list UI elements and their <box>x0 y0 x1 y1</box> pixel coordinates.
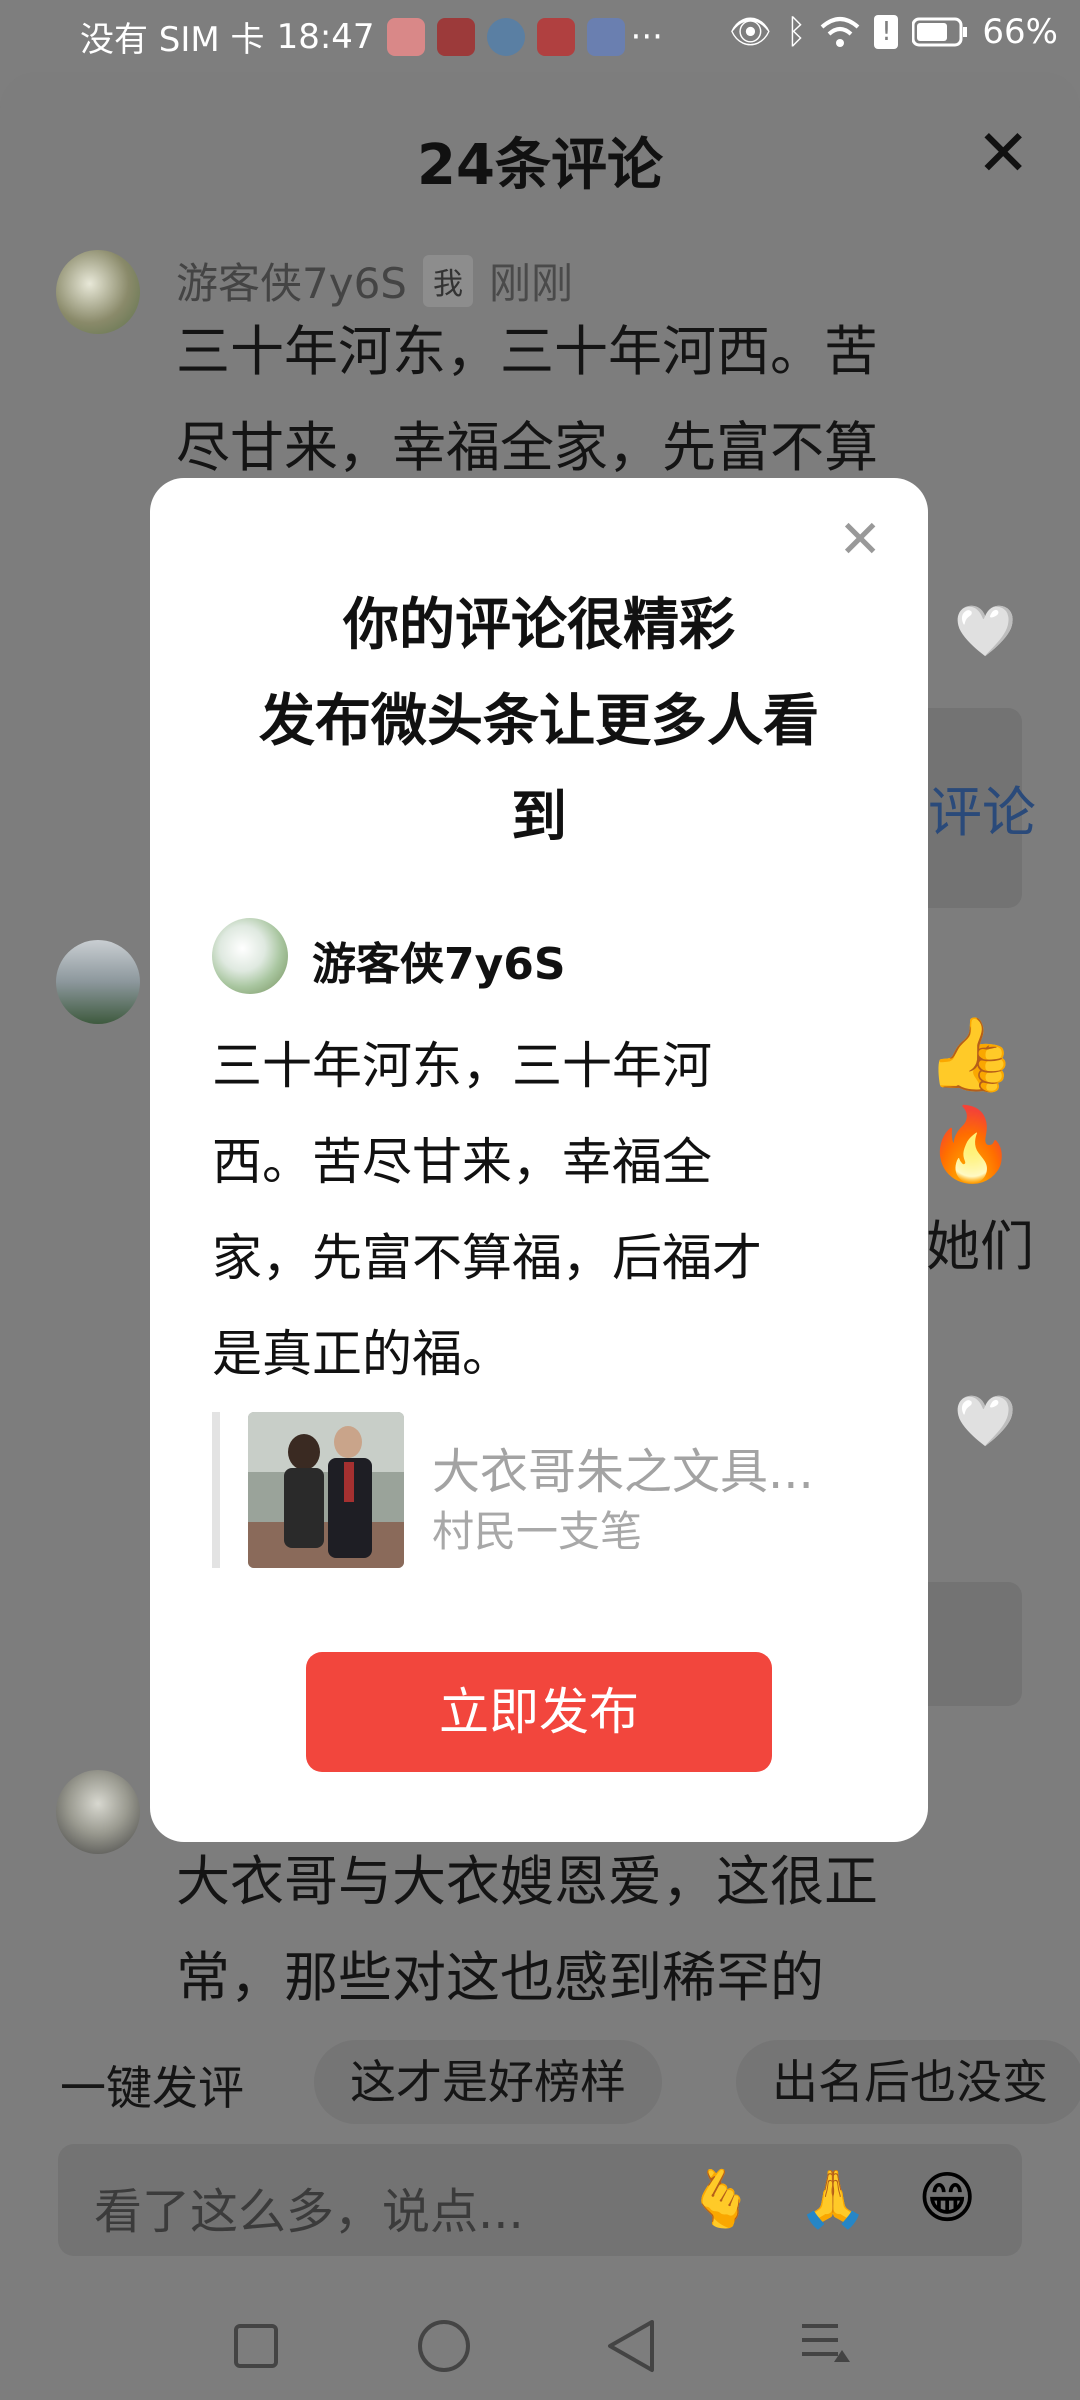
grin-emoji-button[interactable]: 😁 <box>918 2166 976 2231</box>
pray-emoji-button[interactable]: 🙏 <box>798 2166 868 2232</box>
comment-input-bar[interactable]: 看了这么多，说点... 🫰 🙏 😁 <box>58 2144 1022 2256</box>
dialog-text-line: 三十年河东，三十年河 <box>212 1037 712 1095</box>
dialog-title-line: 到 <box>511 785 567 850</box>
dialog-username: 游客侠7y6S <box>312 939 566 990</box>
shopping-app-icon <box>436 17 475 56</box>
quoted-article[interactable]: 大衣哥朱之文具... 村民一支笔 <box>212 1412 874 1568</box>
sheet-close-icon[interactable]: ✕ <box>976 122 1030 186</box>
comment-time: 刚刚 <box>488 259 573 308</box>
huawei-app-icon <box>386 17 425 56</box>
eye-icon: 👁 <box>728 12 773 52</box>
red-app-icon <box>536 17 575 56</box>
sheet-title: 24条评论 <box>417 133 663 198</box>
avatar <box>212 918 288 994</box>
status-right: 👁 ᛒ ! 66% <box>729 12 1058 52</box>
menu-icon[interactable] <box>798 2320 854 2370</box>
dialog-text-line: 家，先富不算福，后福才 <box>212 1229 762 1287</box>
comment-header: 游客侠7y6S 我 刚刚 <box>176 250 573 311</box>
thumbs-up-emoji: 👍 <box>926 1012 1016 1096</box>
quick-reply-chip[interactable]: 这才是好榜样 <box>314 2040 662 2124</box>
back-icon[interactable] <box>606 2318 656 2374</box>
comment-text: 三十年河东，三十年河西。苦 尽甘来，幸福全家，先富不算 <box>176 304 1056 496</box>
dialog-text-line: 西。苦尽甘来，幸福全 <box>212 1133 712 1191</box>
sim-status: 没有 SIM 卡 <box>80 20 265 60</box>
dialog-title-line: 你的评论很精彩 <box>343 593 735 658</box>
dialog-close-icon[interactable]: ✕ <box>838 514 882 566</box>
comment-text: 大衣哥与大衣嫂恩爱，这很正 常，那些对这也感到稀罕的 <box>176 1834 1056 2026</box>
comment-username[interactable]: 游客侠7y6S <box>176 250 407 311</box>
quick-reply-chip[interactable]: 出名后也没变 <box>736 2040 1080 2124</box>
status-left: 没有 SIM 卡 18:47 ··· <box>80 12 663 61</box>
avatar[interactable] <box>56 250 140 334</box>
dislike-heart-icon[interactable]: 🤍 <box>954 602 1016 661</box>
status-bar: 没有 SIM 卡 18:47 ··· 👁 ᛒ ! 66% <box>0 0 1080 72</box>
avatar[interactable] <box>56 1770 140 1854</box>
avatar[interactable] <box>56 940 140 1024</box>
fire-emoji: 🔥 <box>926 1102 1016 1186</box>
article-thumbnail <box>248 1412 404 1568</box>
publish-dialog: ✕ 你的评论很精彩 发布微头条让更多人看 到 游客侠7y6S 三十年河东，三十年… <box>150 478 928 1842</box>
recent-apps-icon[interactable] <box>232 2322 280 2370</box>
wifi-icon <box>821 17 860 47</box>
more-notifications-icon: ··· <box>630 16 663 57</box>
dialog-title-line: 发布微头条让更多人看 <box>259 689 819 754</box>
bluetooth-icon: ᛒ <box>786 12 807 52</box>
finger-heart-emoji-button[interactable]: 🫰 <box>686 2166 756 2232</box>
reply-thread-text: 评论 <box>928 781 1036 844</box>
publish-now-button[interactable]: 立即发布 <box>306 1652 772 1772</box>
comment-fragment: 她们 <box>926 1215 1034 1278</box>
dialog-text-line: 是真正的福。 <box>212 1325 512 1383</box>
dialog-title: 你的评论很精彩 发布微头条让更多人看 到 <box>210 578 868 866</box>
home-icon[interactable] <box>416 2318 472 2374</box>
dialog-comment-text: 三十年河东，三十年河 西。苦尽甘来，幸福全 家，先富不算福，后福才 是真正的福。 <box>212 1018 812 1402</box>
globe-app-icon <box>486 17 525 56</box>
dislike-heart-icon[interactable]: 🤍 <box>954 1392 1016 1451</box>
me-badge: 我 <box>422 254 473 307</box>
comment-line: 大衣哥与大衣嫂恩爱，这很正 <box>176 1850 878 1913</box>
comment-input-placeholder[interactable]: 看了这么多，说点... <box>94 2172 524 2242</box>
alert-icon: ! <box>874 15 899 49</box>
paw-app-icon <box>586 17 625 56</box>
clock: 18:47 <box>276 16 375 57</box>
system-nav-bar <box>0 2300 1080 2400</box>
quick-reply-label: 一键发评 <box>60 2061 244 2115</box>
comment-line: 三十年河东，三十年河西。苦 <box>176 320 878 383</box>
battery-percent: 66% <box>982 12 1058 52</box>
quoted-article-author: 村民一支笔 <box>432 1507 643 1556</box>
comment-line: 常，那些对这也感到稀罕的 <box>176 1946 824 2009</box>
battery-icon <box>912 17 968 47</box>
quoted-article-title: 大衣哥朱之文具... <box>432 1444 814 1500</box>
quick-reply-bar: 一键发评 这才是好榜样 出名后也没变 <box>0 2036 1080 2126</box>
